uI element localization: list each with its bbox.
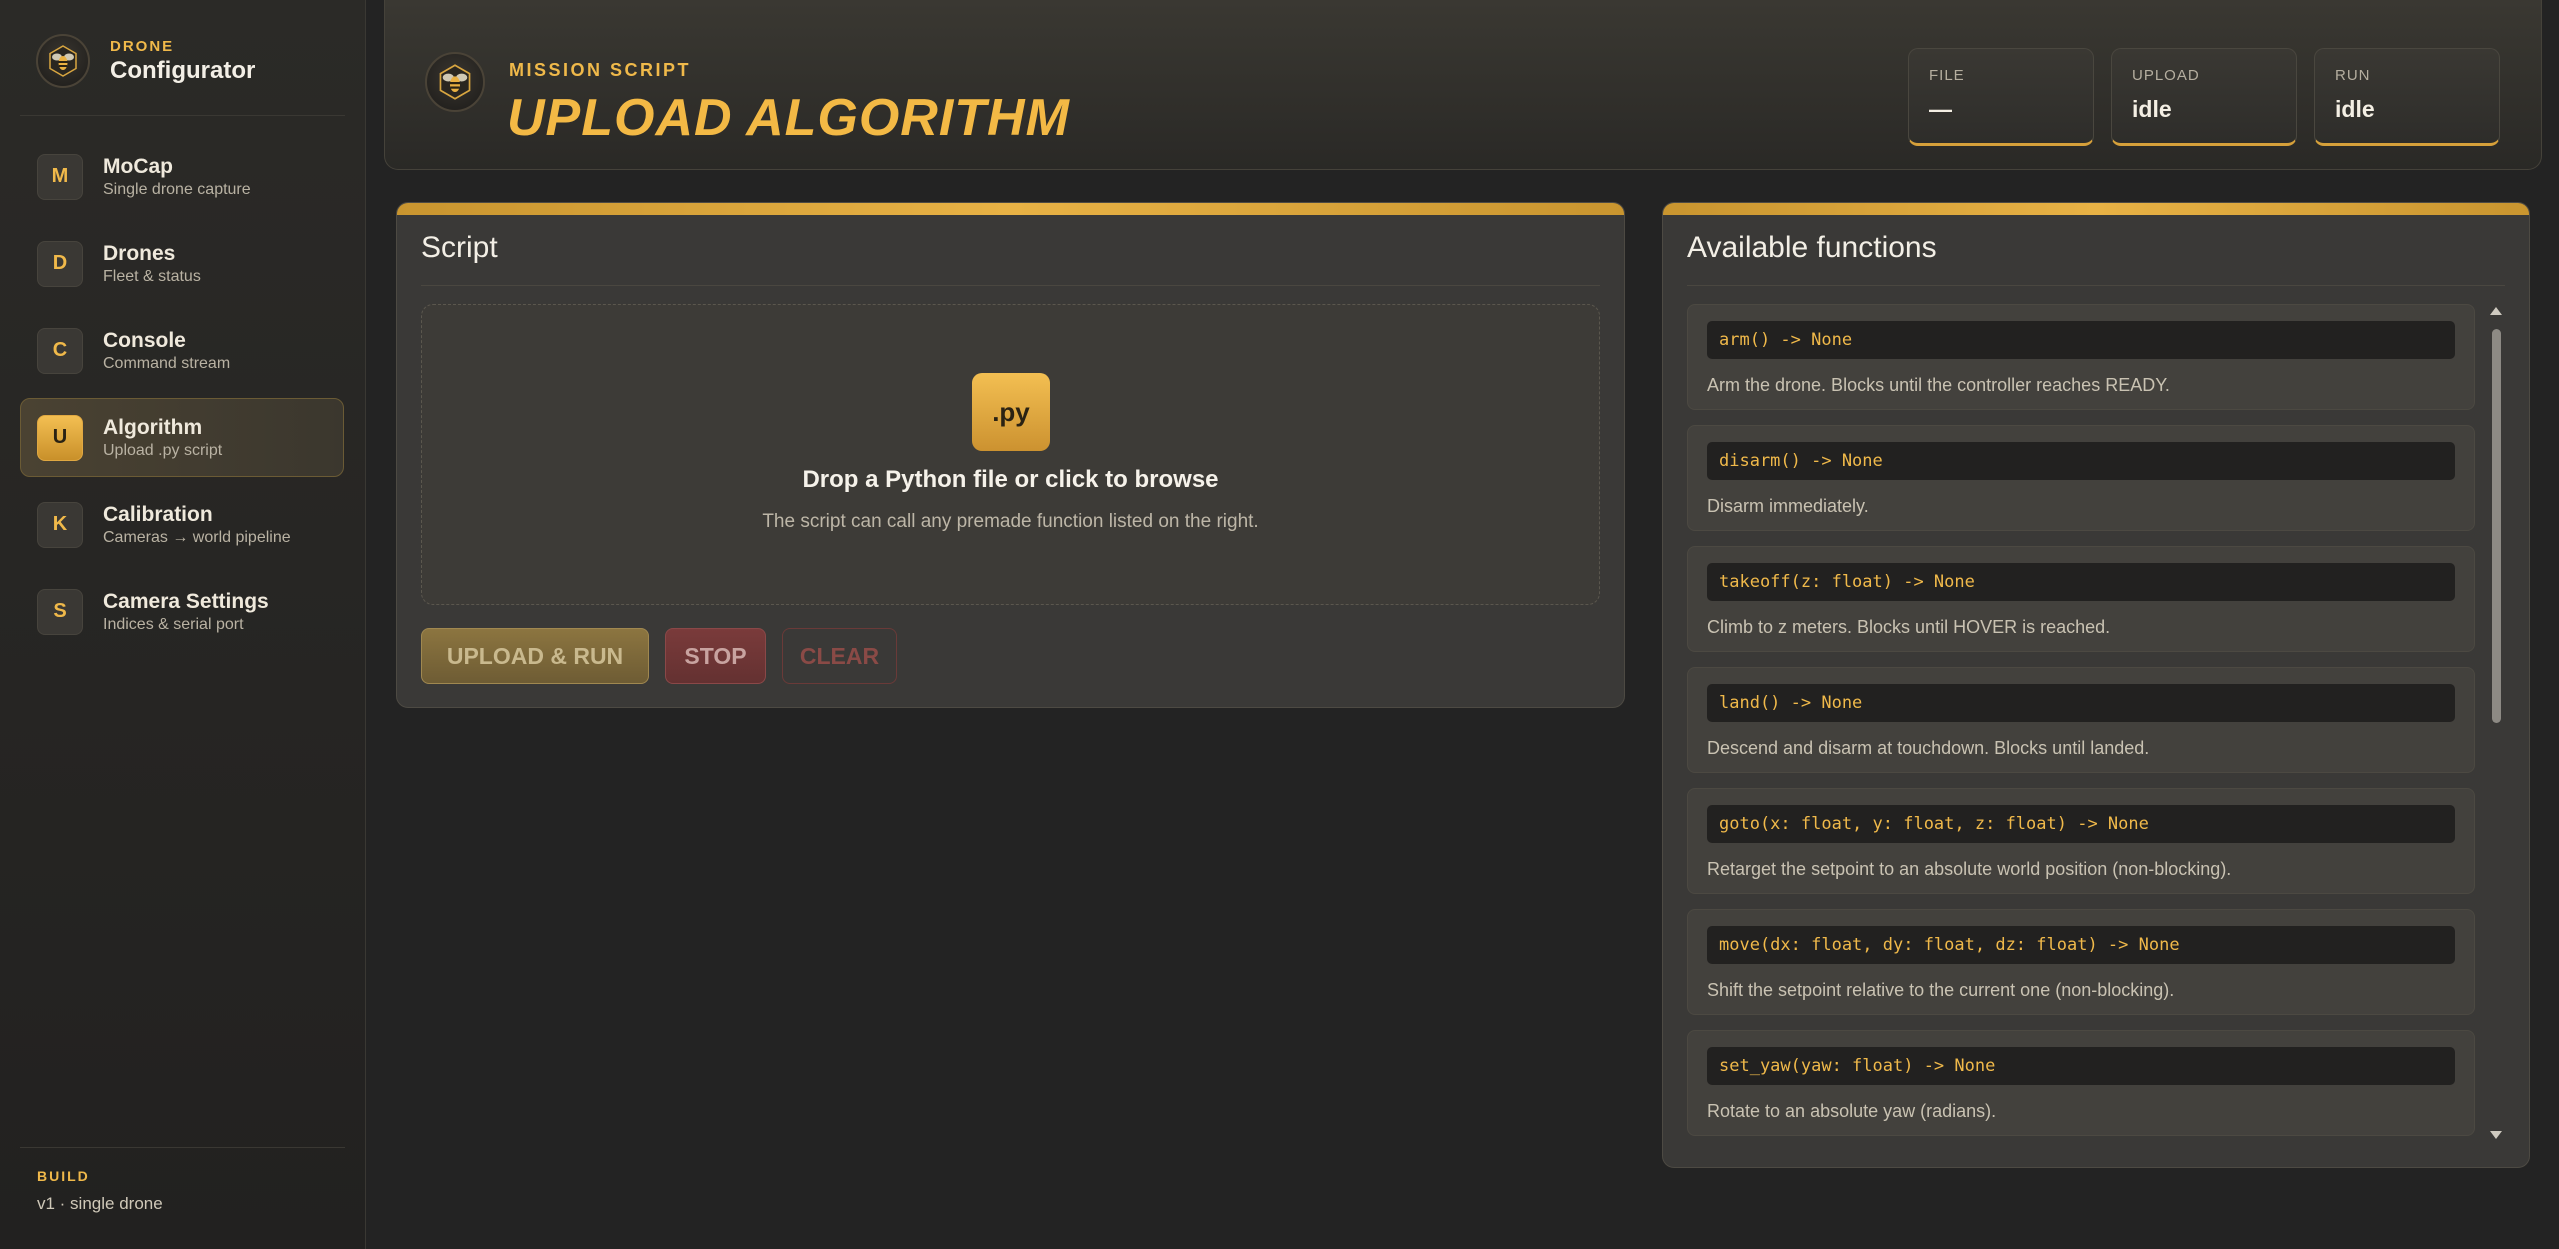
sidebar-item-label: Drones [103, 241, 176, 265]
nav-badge: M [37, 153, 83, 200]
sidebar-item-drones[interactable]: D Drones Fleet & status [20, 224, 344, 303]
function-description: Disarm immediately. [1707, 496, 1869, 516]
function-description: Descend and disarm at touchdown. Blocks … [1707, 738, 2150, 758]
function-card-move: move(dx: float, dy: float, dz: float) ->… [1687, 909, 2475, 1015]
dropzone-subtitle: The script can call any premade function… [762, 511, 1259, 532]
sidebar-item-camera-settings[interactable]: S Camera Settings Indices & serial port [20, 572, 344, 651]
sidebar-item-subtitle: Fleet & status [103, 267, 201, 285]
brand: DRONE Configurator [36, 34, 255, 88]
bee-logo-icon [36, 34, 90, 88]
divider [20, 115, 345, 116]
stop-button[interactable]: STOP [665, 628, 766, 684]
stat-value: idle [2132, 96, 2172, 122]
sidebar-item-label: Camera Settings [103, 589, 269, 613]
panel-accent-bar [397, 203, 1624, 215]
file-dropzone[interactable]: .py Drop a Python file or click to brows… [421, 304, 1600, 605]
sidebar-item-label: Calibration [103, 502, 213, 526]
page-kicker: MISSION SCRIPT [509, 60, 692, 80]
sidebar-item-label: MoCap [103, 154, 173, 178]
panel-title: Available functions [1687, 231, 1937, 264]
brand-kicker: DRONE [110, 37, 175, 55]
sidebar-nav: M MoCap Single drone capture D Drones Fl… [20, 137, 344, 659]
stat-file: FILE — [1908, 48, 2094, 146]
function-card-set-yaw: set_yaw(yaw: float) -> None Rotate to an… [1687, 1030, 2475, 1136]
bee-logo-icon [425, 52, 485, 112]
functions-panel: Available functions arm() -> None Arm th… [1662, 202, 2530, 1168]
function-signature: goto(x: float, y: float, z: float) -> No… [1707, 805, 2455, 843]
function-signature: set_yaw(yaw: float) -> None [1707, 1047, 2455, 1085]
sidebar-item-subtitle: Upload .py script [103, 441, 223, 459]
nav-badge: U [37, 414, 83, 461]
function-card-takeoff: takeoff(z: float) -> None Climb to z met… [1687, 546, 2475, 652]
functions-scrollbar[interactable] [2487, 304, 2505, 1142]
function-card-land: land() -> None Descend and disarm at tou… [1687, 667, 2475, 773]
nav-badge: D [37, 240, 83, 287]
function-card-arm: arm() -> None Arm the drone. Blocks unti… [1687, 304, 2475, 410]
function-description: Climb to z meters. Blocks until HOVER is… [1707, 617, 2111, 637]
function-description: Arm the drone. Blocks until the controll… [1707, 375, 2170, 395]
function-signature: arm() -> None [1707, 321, 2455, 359]
build-info: BUILD v1 · single drone [37, 1168, 163, 1214]
nav-badge: S [37, 588, 83, 635]
stat-label: UPLOAD [2132, 67, 2200, 84]
sidebar-item-label: Algorithm [103, 415, 203, 439]
sidebar: DRONE Configurator M MoCap Single drone … [0, 0, 366, 1249]
divider [20, 1147, 345, 1148]
function-card-goto: goto(x: float, y: float, z: float) -> No… [1687, 788, 2475, 894]
function-description: Shift the setpoint relative to the curre… [1707, 980, 2175, 1000]
functions-list[interactable]: arm() -> None Arm the drone. Blocks unti… [1687, 304, 2475, 1142]
panel-accent-bar [1663, 203, 2529, 215]
stat-value: idle [2335, 96, 2375, 122]
clear-button[interactable]: CLEAR [782, 628, 897, 684]
sidebar-item-mocap[interactable]: M MoCap Single drone capture [20, 137, 344, 216]
stat-label: RUN [2335, 67, 2371, 84]
scroll-thumb[interactable] [2492, 329, 2501, 723]
function-signature: takeoff(z: float) -> None [1707, 563, 2455, 601]
build-kicker: BUILD [37, 1168, 90, 1184]
python-file-icon: .py [972, 373, 1050, 451]
script-panel: Script .py Drop a Python file or click t… [396, 202, 1625, 708]
stat-label: FILE [1929, 67, 1965, 84]
function-description: Retarget the setpoint to an absolute wor… [1707, 859, 2232, 879]
stat-run: RUN idle [2314, 48, 2500, 146]
sidebar-item-console[interactable]: C Console Command stream [20, 311, 344, 390]
sidebar-item-subtitle: Indices & serial port [103, 615, 244, 633]
upload-run-button[interactable]: UPLOAD & RUN [421, 628, 649, 684]
stat-value: — [1929, 96, 1952, 122]
scroll-track[interactable] [2492, 320, 2501, 1126]
function-signature: move(dx: float, dy: float, dz: float) ->… [1707, 926, 2455, 964]
build-version: v1 · single drone [37, 1194, 163, 1213]
stat-upload: UPLOAD idle [2111, 48, 2297, 146]
page-header: MISSION SCRIPT UPLOAD ALGORITHM FILE — U… [384, 0, 2542, 170]
brand-title: Configurator [110, 56, 256, 84]
sidebar-item-subtitle: Single drone capture [103, 180, 251, 198]
function-description: Rotate to an absolute yaw (radians). [1707, 1101, 1997, 1121]
scroll-up-arrow-icon[interactable] [2487, 304, 2505, 318]
sidebar-item-subtitle: Cameras → world pipeline [103, 528, 291, 546]
panel-title: Script [421, 231, 498, 264]
sidebar-item-calibration[interactable]: K Calibration Cameras → world pipeline [20, 485, 344, 564]
page-title: UPLOAD ALGORITHM [507, 89, 1070, 147]
function-signature: land() -> None [1707, 684, 2455, 722]
sidebar-item-algorithm[interactable]: U Algorithm Upload .py script [20, 398, 344, 477]
divider [1687, 285, 2505, 286]
nav-badge: C [37, 327, 83, 374]
dropzone-title: Drop a Python file or click to browse [802, 466, 1219, 493]
sidebar-item-subtitle: Command stream [103, 354, 231, 372]
scroll-down-arrow-icon[interactable] [2487, 1128, 2505, 1142]
sidebar-item-label: Console [103, 328, 186, 352]
function-signature: disarm() -> None [1707, 442, 2455, 480]
function-card-disarm: disarm() -> None Disarm immediately. [1687, 425, 2475, 531]
nav-badge: K [37, 501, 83, 548]
divider [421, 285, 1600, 286]
